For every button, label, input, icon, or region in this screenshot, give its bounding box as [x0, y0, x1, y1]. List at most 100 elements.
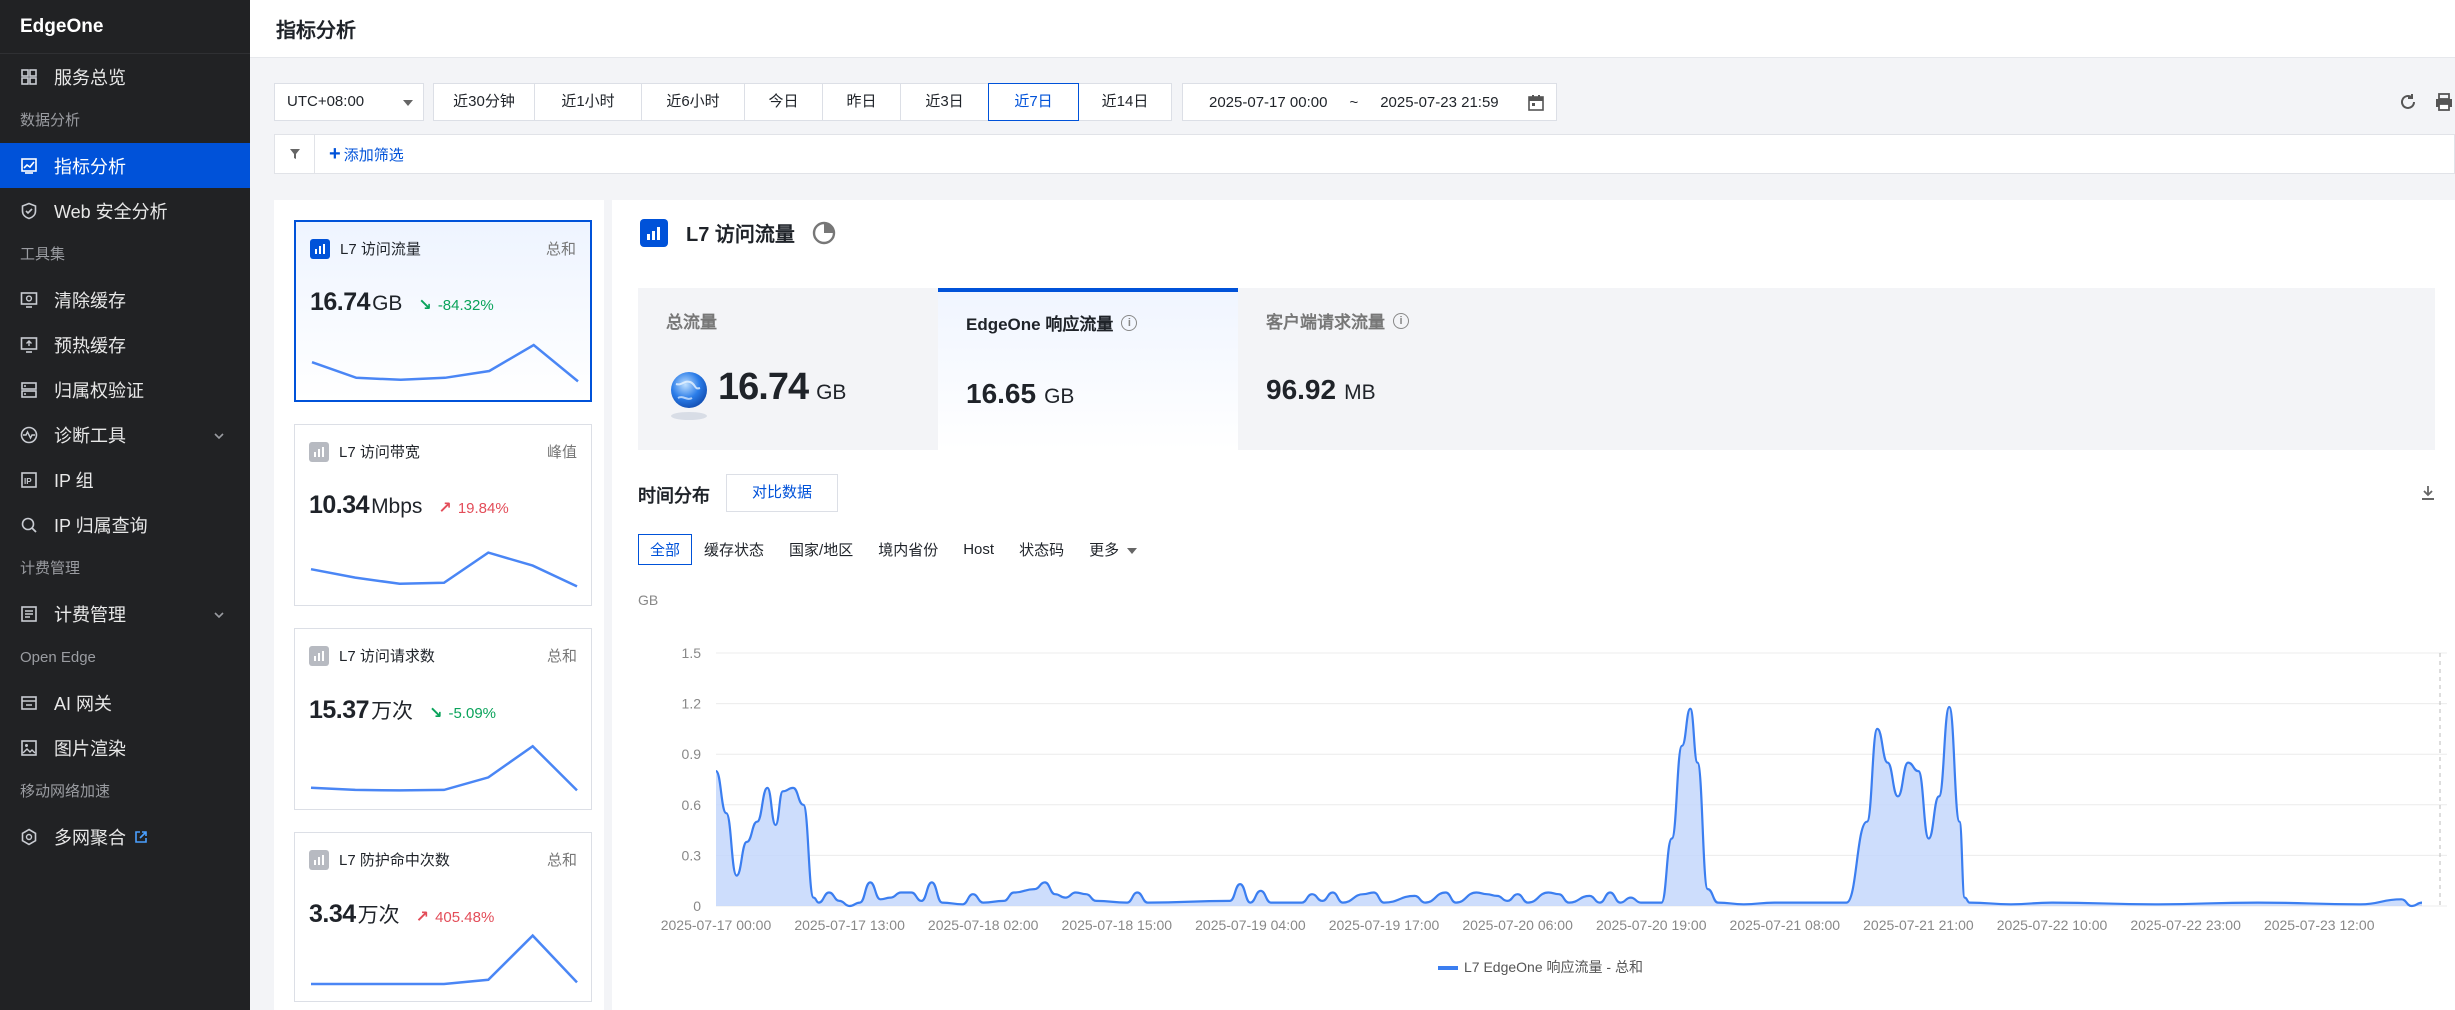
range-option[interactable]: 今日	[744, 83, 823, 121]
range-option[interactable]: 昨日	[822, 83, 901, 121]
sidebar-item-metrics[interactable]: 指标分析	[0, 143, 250, 188]
metric-unit: Mbps	[371, 495, 423, 518]
dimension-tab-label: 国家/地区	[789, 542, 854, 559]
timezone-select[interactable]: UTC+08:00	[274, 83, 424, 121]
add-filter-button[interactable]: + 添加筛选	[329, 143, 404, 166]
pie-chart-icon[interactable]	[811, 220, 837, 246]
traffic-stat[interactable]: 总流量 16.74 GB	[638, 288, 938, 450]
sidebar-item-label: 图片渲染	[54, 738, 126, 759]
info-icon[interactable]: i	[1121, 314, 1138, 331]
calendar-icon[interactable]	[1528, 94, 1544, 111]
x-tick-label: 2025-07-23 12:00	[2264, 917, 2375, 933]
sidebar-item-label: 指标分析	[54, 156, 126, 177]
app-logo[interactable]: EdgeOne	[0, 0, 250, 54]
sidebar-item-overview[interactable]: 服务总览	[0, 54, 250, 99]
dimension-tab[interactable]: Host	[963, 541, 994, 558]
sidebar-item-image-render[interactable]: 图片渲染	[0, 725, 250, 770]
sidebar-item-diagnostics[interactable]: 诊断工具	[0, 412, 250, 457]
plus-icon: +	[329, 142, 341, 165]
metric-card[interactable]: L7 访问带宽 峰值 10.34 Mbps ↗ 19.84%	[294, 424, 592, 606]
sidebar-item-ownership[interactable]: 归属权验证	[0, 367, 250, 412]
sidebar-item-label: AI 网关	[54, 693, 113, 714]
refresh-icon[interactable]	[2398, 92, 2418, 112]
stat-label-text: EdgeOne 响应流量	[966, 315, 1114, 334]
funnel-icon[interactable]	[275, 135, 315, 173]
dimension-tab[interactable]: 境内省份	[878, 539, 938, 560]
traffic-stat-value: 16.65 GB	[966, 378, 1074, 410]
metric-card-aggregation: 峰值	[546, 444, 577, 461]
sidebar-item-label: 归属权验证	[54, 380, 144, 401]
info-icon[interactable]: i	[1393, 312, 1409, 329]
sidebar-item-label: Web 安全分析	[54, 201, 168, 222]
y-tick-label: 0.9	[682, 746, 702, 762]
grid-icon	[20, 68, 38, 86]
sidebar-item-label: 多网聚合	[54, 827, 126, 848]
traffic-stat[interactable]: EdgeOne 响应流量 i 16.65 GB	[938, 288, 1238, 450]
metric-card-title: L7 访问流量	[340, 241, 421, 258]
add-filter-label: 添加筛选	[343, 146, 404, 164]
sidebar-item-ai-gateway[interactable]: AI 网关	[0, 680, 250, 725]
y-axis-unit: GB	[638, 592, 658, 608]
dimension-tab[interactable]: 状态码	[1019, 539, 1064, 560]
traffic-stat-value: 16.74 GB	[666, 366, 846, 422]
date-range-picker[interactable]: 2025-07-17 00:00 ~ 2025-07-23 21:59	[1182, 83, 1557, 121]
sidebar-item-ip-group[interactable]: IP IP 组	[0, 457, 250, 502]
traffic-stat-label: 总流量	[666, 308, 717, 333]
range-option[interactable]: 近1小时	[534, 83, 642, 121]
y-tick-label: 0.6	[682, 797, 702, 813]
filter-condition-bar: + 添加筛选	[274, 134, 2455, 174]
range-option[interactable]: 近3日	[900, 83, 989, 121]
x-tick-label: 2025-07-17 13:00	[794, 917, 905, 933]
monitor-up-icon	[20, 336, 38, 354]
legend-label: L7 EdgeOne 响应流量 - 总和	[1464, 959, 1643, 975]
sidebar-item-label: 预热缓存	[54, 335, 126, 356]
sidebar-item-prefetch-cache[interactable]: 预热缓存	[0, 322, 250, 367]
range-option[interactable]: 近14日	[1078, 83, 1172, 121]
stat-number: 16.74	[718, 366, 809, 408]
x-tick-label: 2025-07-18 15:00	[1062, 917, 1173, 933]
sidebar-group-label: 工具集	[20, 246, 66, 263]
chevron-down-icon	[403, 100, 413, 106]
range-option[interactable]: 近6小时	[641, 83, 745, 121]
sparkline-line	[311, 933, 578, 986]
metric-card-title: L7 访问带宽	[339, 444, 420, 461]
range-option[interactable]: 近30分钟	[433, 83, 535, 121]
metric-card[interactable]: L7 访问请求数 总和 15.37 万次 ↘ -5.09%	[294, 628, 592, 810]
shield-icon	[20, 202, 38, 220]
metric-card-title: L7 访问请求数	[339, 648, 435, 665]
print-icon[interactable]	[2434, 92, 2454, 112]
download-icon[interactable]	[2419, 484, 2437, 502]
stat-label-text: 总流量	[666, 313, 717, 332]
range-option[interactable]: 近7日	[988, 83, 1079, 121]
toolbar-actions	[2398, 92, 2455, 112]
time-distribution-title: 时间分布	[638, 486, 710, 506]
x-tick-label: 2025-07-20 19:00	[1596, 917, 1707, 933]
dimension-tab[interactable]: 缓存状态	[704, 539, 764, 560]
dimension-tab[interactable]: 国家/地区	[789, 539, 853, 560]
metric-card[interactable]: L7 防护命中次数 总和 3.34 万次 ↗ 405.48%	[294, 832, 592, 1002]
sidebar-item-ip-lookup[interactable]: IP 归属查询	[0, 502, 250, 547]
sidebar-item-label: 服务总览	[54, 67, 126, 88]
traffic-stat[interactable]: 客户端请求流量 i 96.92 MB	[1238, 288, 1538, 450]
top-bar: 指标分析	[250, 0, 2455, 58]
sidebar-item-billing[interactable]: 计费管理	[0, 591, 250, 636]
dimension-tab[interactable]: 更多	[1089, 539, 1138, 560]
compare-data-button[interactable]: 对比数据	[726, 474, 838, 512]
range-start: 2025-07-17 00:00	[1209, 93, 1328, 111]
shield-hit-icon	[309, 849, 329, 870]
sidebar-item-web-security[interactable]: Web 安全分析	[0, 188, 250, 233]
sidebar-item-purge-cache[interactable]: 清除缓存	[0, 277, 250, 322]
stat-unit: MB	[1344, 381, 1376, 404]
series-line	[714, 705, 2423, 908]
metric-sparkline	[311, 343, 579, 383]
sidebar-item-multi-network[interactable]: 多网聚合	[0, 814, 250, 859]
sidebar-group-label: Open Edge	[20, 649, 96, 666]
metric-card[interactable]: L7 访问流量 总和 16.74 GB ↘ -84.32%	[294, 220, 592, 402]
dimension-tab[interactable]: 全部	[638, 534, 693, 565]
metric-card-title: L7 防护命中次数	[339, 852, 450, 869]
x-tick-label: 2025-07-21 21:00	[1863, 917, 1974, 933]
chevron-down-icon	[212, 606, 226, 620]
dimension-tabs: 全部 缓存状态 国家/地区 境内省份 Host 状态码 更多	[638, 534, 1162, 565]
x-tick-label: 2025-07-21 08:00	[1730, 917, 1841, 933]
sparkline-line	[310, 744, 578, 792]
